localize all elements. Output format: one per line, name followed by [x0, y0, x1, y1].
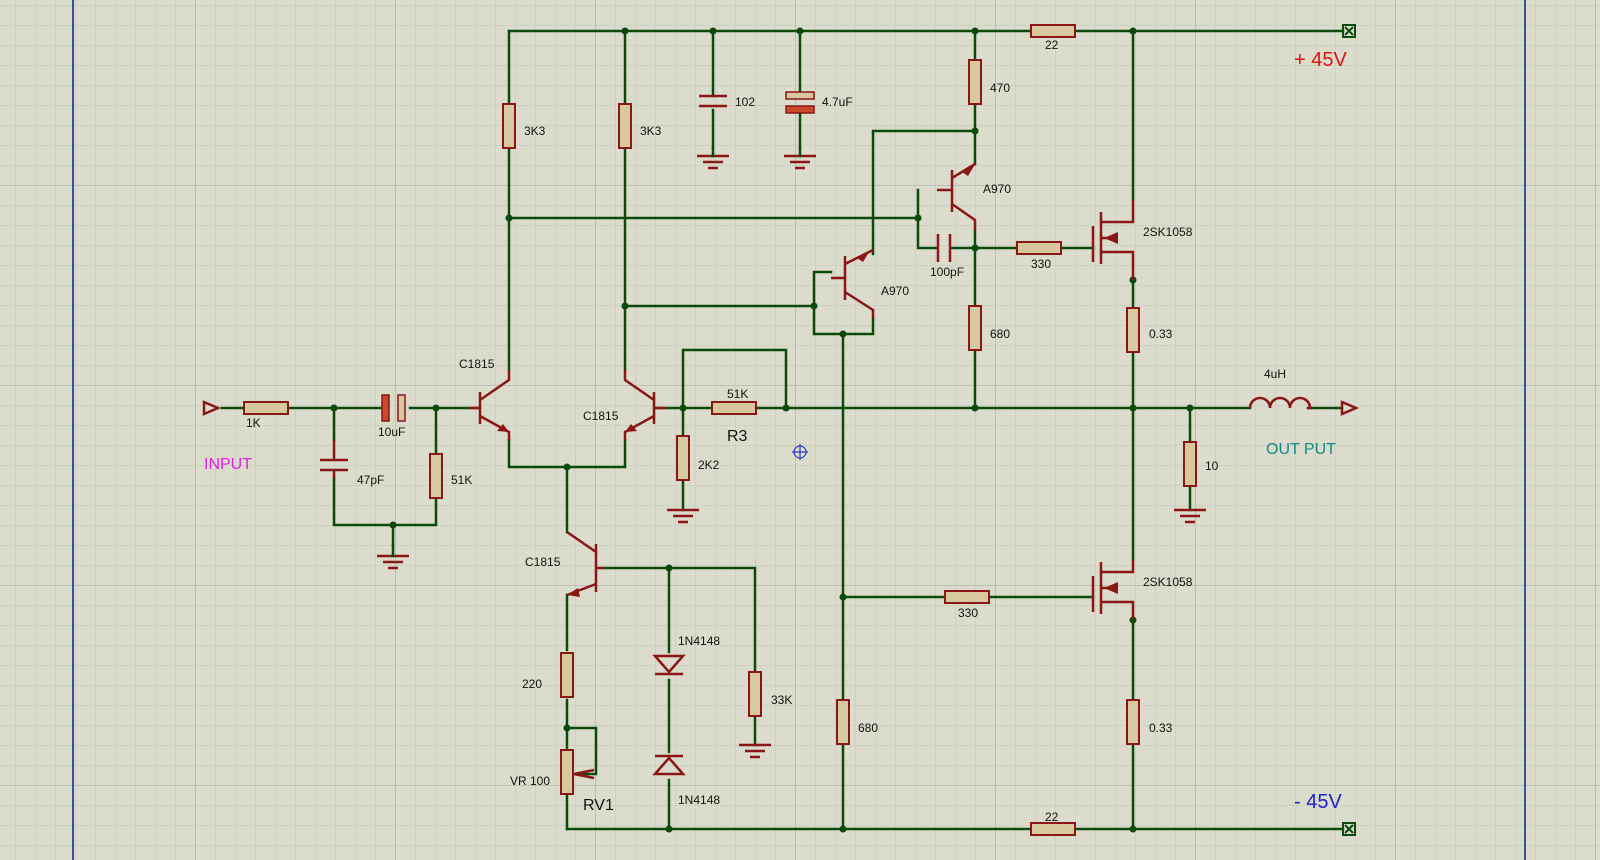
output-terminal-icon[interactable] — [1340, 400, 1360, 416]
label-c-decouple1: 102 — [735, 95, 755, 109]
potentiometer-rv1[interactable] — [560, 749, 595, 795]
resistor-3k3-right[interactable] — [618, 103, 632, 149]
label-r-fb-name: R3 — [727, 428, 748, 445]
transistor-q5-a970[interactable] — [937, 162, 977, 230]
power-terminal-positive-icon[interactable] — [1342, 24, 1356, 38]
inductor-4uh[interactable] — [1248, 396, 1312, 410]
labels: 1K 47pF 10uF 51K C1815 C1815 C1815 3K3 3… — [204, 38, 1347, 824]
label-input: INPUT — [204, 456, 252, 473]
resistor-33k[interactable] — [748, 671, 762, 717]
label-r-load2: 3K3 — [640, 124, 662, 138]
label-r-680-bottom: 680 — [858, 721, 878, 735]
label-d2: 1N4148 — [678, 793, 720, 807]
label-r-330-top: 330 — [1031, 257, 1051, 271]
resistor-10-zobel[interactable] — [1183, 441, 1197, 487]
resistor-330-top[interactable] — [1016, 241, 1062, 255]
power-terminal-negative-icon[interactable] — [1342, 822, 1356, 836]
transistor-q1-c1815[interactable] — [470, 370, 511, 440]
label-r-fb: 51K — [727, 387, 748, 401]
circuit-diagram: 1K 47pF 10uF 51K C1815 C1815 C1815 3K3 3… — [202, 24, 1360, 836]
label-r-470: 470 — [990, 81, 1010, 95]
resistor-22-bottom[interactable] — [1030, 822, 1076, 836]
label-r-load1: 3K3 — [524, 124, 546, 138]
capacitor-47pf[interactable] — [320, 440, 348, 478]
capacitor-4-7uf[interactable] — [785, 91, 815, 114]
label-vr: VR 100 — [510, 774, 550, 788]
label-c-100p: 100pF — [930, 265, 964, 279]
label-r-22-bottom: 22 — [1045, 810, 1059, 824]
resistor-330-bottom[interactable] — [944, 590, 990, 604]
label-c-coupling: 10uF — [378, 425, 405, 439]
label-r-680-top: 680 — [990, 327, 1010, 341]
label-r-22-top: 22 — [1045, 38, 1059, 52]
ground-icon — [695, 154, 731, 170]
label-c-in-filter: 47pF — [357, 473, 384, 487]
label-q5: A970 — [983, 182, 1011, 196]
transistor-q2-c1815[interactable] — [623, 370, 666, 440]
diode-d2-1n4148[interactable] — [652, 754, 686, 776]
ground-icon — [737, 743, 773, 759]
label-r-fb-gnd: 2K2 — [698, 458, 720, 472]
resistor-r3-51k[interactable] — [711, 401, 757, 415]
input-terminal-icon[interactable] — [202, 400, 222, 416]
ground-icon — [665, 508, 701, 524]
resistor-2k2[interactable] — [676, 435, 690, 481]
diode-d1-1n4148[interactable] — [652, 654, 686, 676]
capacitor-100pf[interactable] — [936, 234, 952, 262]
label-r-bias: 51K — [451, 473, 472, 487]
resistor-1k[interactable] — [243, 401, 289, 415]
label-vr-name: RV1 — [583, 797, 614, 814]
resistor-680-bottom[interactable] — [836, 699, 850, 745]
label-m2: 2SK1058 — [1143, 575, 1193, 589]
resistor-680-top[interactable] — [968, 305, 982, 351]
resistor-51k-bias[interactable] — [429, 453, 443, 499]
capacitor-10uf[interactable] — [381, 394, 406, 422]
resistor-22-top[interactable] — [1030, 24, 1076, 38]
label-v-pos: + 45V — [1294, 49, 1347, 71]
label-output: OUT PUT — [1266, 441, 1336, 458]
label-q1: C1815 — [459, 357, 495, 371]
label-r-zobel: 10 — [1205, 459, 1219, 473]
resistor-0-33-top[interactable] — [1126, 307, 1140, 353]
label-q3: C1815 — [525, 555, 561, 569]
transistor-q4-a970[interactable] — [831, 248, 875, 318]
label-r-33k: 33K — [771, 693, 792, 707]
label-q4: A970 — [881, 284, 909, 298]
resistor-220[interactable] — [560, 652, 574, 698]
capacitor-102[interactable] — [699, 94, 727, 108]
label-r-220: 220 — [522, 677, 542, 691]
label-r-in: 1K — [246, 416, 261, 430]
label-r-033-top: 0.33 — [1149, 327, 1173, 341]
label-q2: C1815 — [583, 409, 619, 423]
crosshair-cursor-icon — [792, 444, 808, 460]
ground-icon — [375, 554, 411, 570]
label-m1: 2SK1058 — [1143, 225, 1193, 239]
label-v-neg: - 45V — [1294, 791, 1342, 813]
label-r-330-bottom: 330 — [958, 606, 978, 620]
transistor-q3-c1815[interactable] — [566, 530, 603, 597]
resistor-0-33-bottom[interactable] — [1126, 699, 1140, 745]
label-l-out: 4uH — [1264, 367, 1286, 381]
label-c-decouple2: 4.7uF — [822, 95, 853, 109]
resistor-470[interactable] — [968, 59, 982, 105]
label-r-033-bottom: 0.33 — [1149, 721, 1173, 735]
ground-icon — [1172, 508, 1208, 524]
mosfet-m2-2sk1058[interactable] — [1091, 560, 1135, 620]
ground-icon — [782, 154, 818, 170]
mosfet-m1-2sk1058[interactable] — [1091, 200, 1135, 280]
label-d1: 1N4148 — [678, 634, 720, 648]
resistor-3k3-left[interactable] — [502, 103, 516, 149]
